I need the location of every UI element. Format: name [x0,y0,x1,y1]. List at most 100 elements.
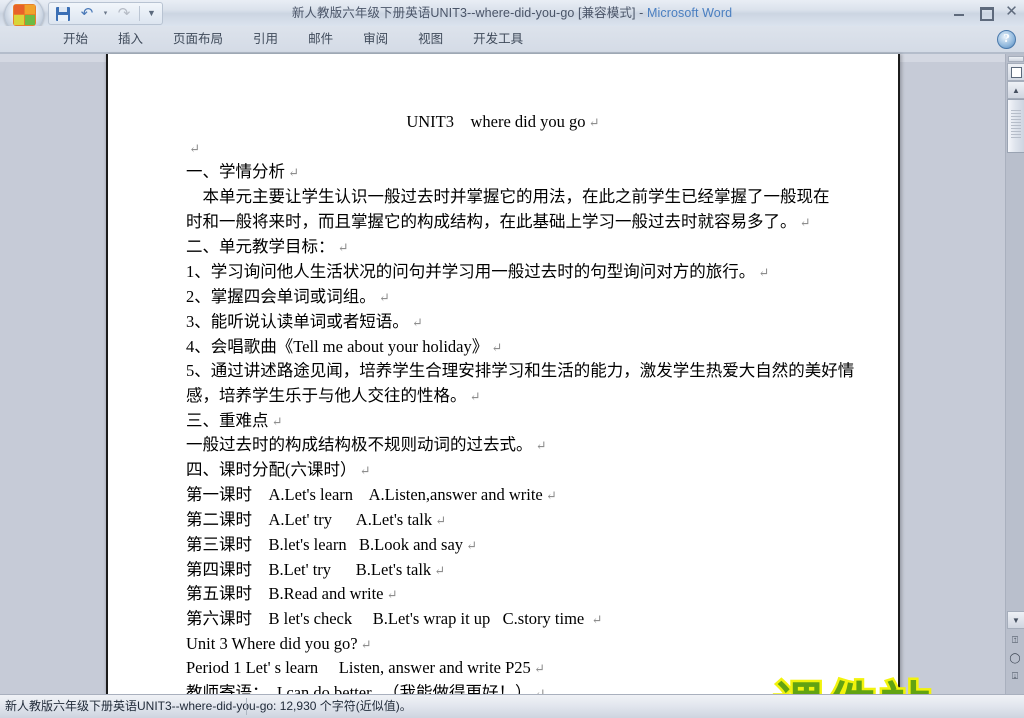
word-window: ↶ ▾ ↷ ▼ 新人教版六年级下册英语UNIT3--where-did-you-… [0,0,1024,718]
customize-quick-access-button[interactable]: ▼ [144,4,159,23]
paragraph-mark-icon: ↵ [796,215,811,230]
paragraph-mark-icon: ↵ [383,587,398,602]
paragraph-mark-icon: ↵ [585,115,600,130]
paragraph-mark-icon: ↵ [530,661,545,676]
paragraph-mark-icon: ↵ [334,240,349,255]
help-button[interactable]: ? [997,30,1016,49]
document-text[interactable]: UNIT3 where did you go ↵ ↵ 一、学情分析 ↵ 本单元主要… [108,54,898,694]
document-line-text: Period 1 Let' s learn Listen, answer and… [186,658,531,677]
document-line: 一般过去时的构成结构极不规则动词的过去式。 ↵ [108,435,898,456]
tab-references[interactable]: 引用 [238,26,293,52]
document-line-text: 二、单元教学目标： [186,237,335,256]
document-line: 第五课时 B.Read and write ↵ [108,584,898,605]
document-line-text: 第二课时 A.Let' try A.Let's talk [186,510,433,529]
split-window-handle[interactable] [1008,56,1024,62]
document-line-text: 一、学情分析 [186,162,285,181]
document-line: 四、课时分配(六课时） ↵ [108,460,898,481]
scroll-down-button[interactable]: ▼ [1007,611,1024,629]
paragraph-mark-icon: ↵ [431,563,446,578]
title-bar: ↶ ▾ ↷ ▼ 新人教版六年级下册英语UNIT3--where-did-you-… [0,0,1024,34]
paragraph-mark-icon: ↵ [463,538,478,553]
document-line-text: 时和一般将来时，而且掌握它的构成结构，在此基础上学习一般过去时就容易多了。 [186,212,797,231]
window-controls: ✕ [951,1,1020,23]
document-line-text: 第五课时 B.Read and write [186,584,384,603]
paragraph-mark-icon: ↵ [408,315,423,330]
document-line-text: 1、学习询问他人生活状况的问句并学习用一般过去时的句型询问对方的旅行。 [186,262,756,281]
tab-insert[interactable]: 插入 [103,26,158,52]
undo-button[interactable]: ↶ [76,4,98,23]
redo-button[interactable]: ↷ [113,4,135,23]
paragraph-mark-icon: ↵ [432,513,447,528]
scroll-up-button[interactable]: ▲ [1007,81,1024,99]
paragraph-mark-icon: ↵ [466,389,481,404]
document-line: 第四课时 B.Let' try B.Let's talk ↵ [108,560,898,581]
vertical-scrollbar[interactable]: ▲ ▼ ⍐ ◯ ⍗ [1005,54,1024,694]
tab-developer[interactable]: 开发工具 [458,26,538,52]
document-line-text: 第三课时 B.let's learn B.Look and say [186,535,464,554]
document-line-text: Unit 3 Where did you go? [186,634,358,653]
paragraph-mark-icon: ↵ [542,488,557,503]
document-line: 第六课时 B let's check B.Let's wrap it up C.… [108,609,898,630]
document-line-text: 感，培养学生乐于与他人交往的性格。 [186,386,467,405]
tab-mailings[interactable]: 邮件 [293,26,348,52]
undo-dropdown-button[interactable]: ▾ [100,4,111,23]
document-line: UNIT3 where did you go ↵ [108,112,898,133]
document-line-text: 第四课时 B.Let' try B.Let's talk [186,560,432,579]
status-bar-text: 新人教版六年级下册英语UNIT3--where-did-you-go: 12,9… [5,699,412,713]
window-title-app: Microsoft Word [646,6,733,20]
document-work-area: UNIT3 where did you go ↵ ↵ 一、学情分析 ↵ 本单元主要… [0,54,1024,718]
document-line: 第二课时 A.Let' try A.Let's talk ↵ [108,510,898,531]
previous-page-button[interactable]: ⍐ [1007,632,1023,648]
paragraph-mark-icon: ↵ [357,637,372,652]
toolbar-divider [139,6,140,21]
document-line-text: 第一课时 A.Let's learn A.Listen,answer and w… [186,485,543,504]
redo-icon: ↷ [117,3,131,22]
tab-home[interactable]: 开始 [48,26,103,52]
minimize-button[interactable] [951,4,968,20]
document-line-text: 2、掌握四会单词或词组。 [186,287,376,306]
paragraph-mark-icon: ↵ [285,165,300,180]
tab-view[interactable]: 视图 [403,26,458,52]
document-line-text: 教师寄语： I can do better. （我能做得更好！） [186,683,532,694]
document-line: 2、掌握四会单词或词组。 ↵ [108,287,898,308]
status-divider [246,698,247,715]
save-icon [56,6,70,21]
document-page[interactable]: UNIT3 where did you go ↵ ↵ 一、学情分析 ↵ 本单元主要… [106,54,900,694]
close-button[interactable]: ✕ [1003,4,1020,20]
document-line: 教师寄语： I can do better. （我能做得更好！） ↵ [108,683,898,694]
select-browse-object-button[interactable]: ◯ [1007,650,1023,666]
restore-button[interactable] [977,4,994,21]
document-line: ↵ [108,138,898,159]
window-title-document: 新人教版六年级下册英语UNIT3--where-did-you-go [兼容模式… [291,6,647,20]
paragraph-mark-icon: ↵ [588,612,603,627]
save-button[interactable] [52,4,74,23]
paragraph-mark-icon: ↵ [532,438,547,453]
document-line-text: 三、重难点 [186,411,269,430]
ribbon-tabs: 开始 插入 页面布局 引用 邮件 审阅 视图 开发工具 [48,26,538,52]
ribbon-tab-row: 开始 插入 页面布局 引用 邮件 审阅 视图 开发工具 ? [0,26,1024,54]
paragraph-mark-icon: ↵ [531,686,546,694]
paragraph-mark-icon: ↵ [186,141,201,156]
paragraph-mark-icon: ↵ [488,340,503,355]
document-line: 三、重难点 ↵ [108,411,898,432]
next-page-button[interactable]: ⍗ [1007,668,1023,684]
document-line: 3、能听说认读单词或者短语。 ↵ [108,312,898,333]
quick-access-toolbar: ↶ ▾ ↷ ▼ [48,2,163,25]
document-line: 5、通过讲述路途见闻，培养学生合理安排学习和生活的能力，激发学生热爱大自然的美好… [108,361,898,381]
paragraph-mark-icon: ↵ [375,290,390,305]
status-bar: 新人教版六年级下册英语UNIT3--where-did-you-go: 12,9… [0,694,1024,718]
scrollbar-thumb[interactable] [1007,99,1024,153]
document-line: 第一课时 A.Let's learn A.Listen,answer and w… [108,485,898,506]
undo-icon: ↶ [80,3,94,22]
document-line: Unit 3 Where did you go? ↵ [108,634,898,655]
document-line-text: 4、会唱歌曲《Tell me about your holiday》 [186,337,489,356]
document-line: 1、学习询问他人生活状况的问句并学习用一般过去时的句型询问对方的旅行。 ↵ [108,262,898,283]
tab-page-layout[interactable]: 页面布局 [158,26,238,52]
view-ruler-button[interactable] [1007,63,1024,81]
document-line: Period 1 Let' s learn Listen, answer and… [108,658,898,679]
paragraph-mark-icon: ↵ [755,265,770,280]
document-line-text: 四、课时分配(六课时） [186,460,357,479]
tab-review[interactable]: 审阅 [348,26,403,52]
document-line: 4、会唱歌曲《Tell me about your holiday》 ↵ [108,337,898,358]
ruler-icon [1010,66,1022,78]
